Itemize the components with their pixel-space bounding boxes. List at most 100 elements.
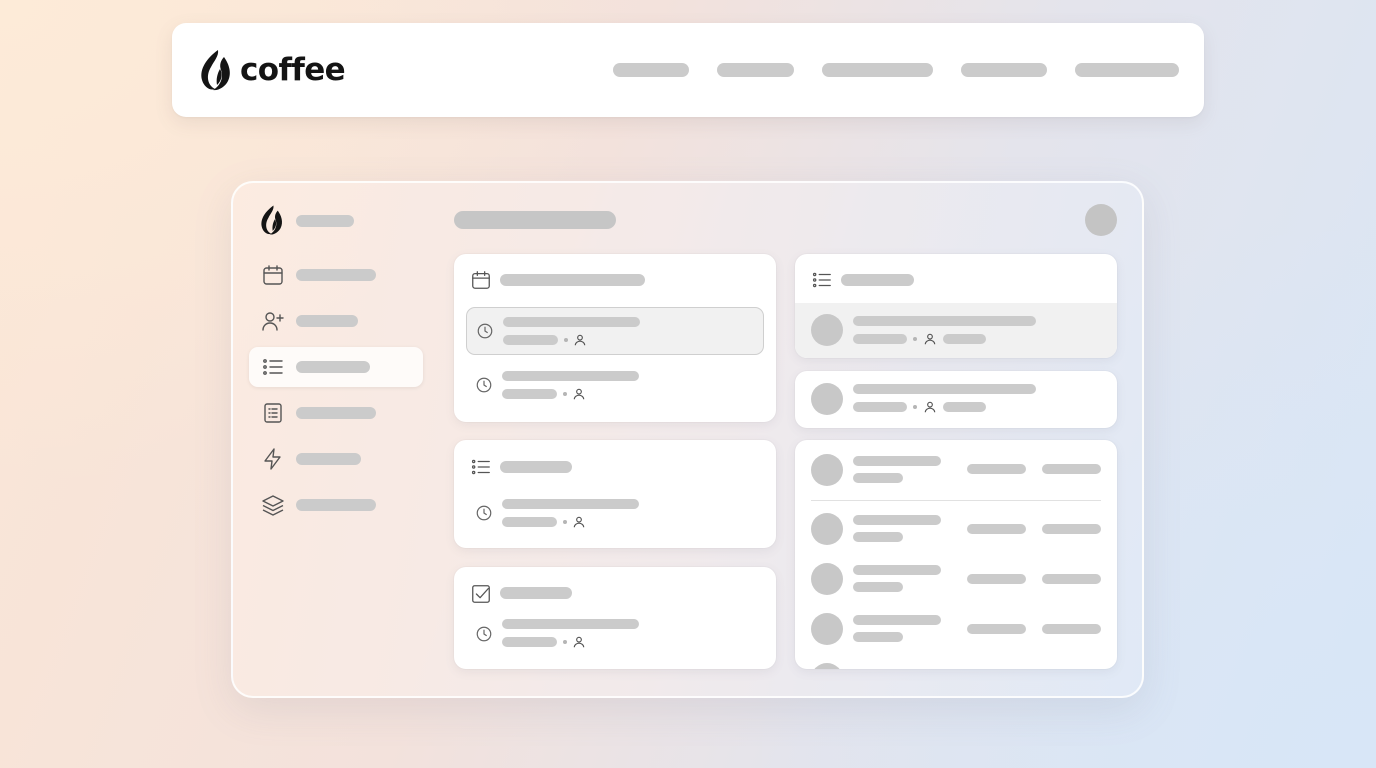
clock-icon bbox=[477, 323, 493, 339]
card-title-placeholder bbox=[841, 274, 914, 286]
card-title-placeholder bbox=[500, 587, 572, 599]
row-sub-placeholder bbox=[853, 582, 903, 592]
row-col-placeholder bbox=[1042, 464, 1101, 474]
sidebar-item-label-placeholder bbox=[296, 361, 370, 373]
row-col-placeholder bbox=[1042, 524, 1101, 534]
sidebar-item-label-placeholder bbox=[296, 453, 361, 465]
table-row[interactable] bbox=[795, 512, 1117, 562]
item-title-placeholder bbox=[853, 316, 1036, 326]
row-name-placeholder bbox=[853, 565, 941, 575]
sidebar-item-label-placeholder bbox=[296, 315, 358, 327]
task-row[interactable] bbox=[466, 490, 764, 538]
table-row[interactable] bbox=[795, 562, 1117, 612]
table-divider bbox=[811, 500, 1101, 501]
avatar bbox=[811, 563, 843, 595]
nav-links bbox=[613, 63, 1179, 77]
row-sub-placeholder bbox=[853, 532, 903, 542]
person-icon bbox=[573, 516, 585, 528]
page-title-placeholder bbox=[454, 211, 616, 229]
avatar bbox=[811, 383, 843, 415]
document-list-icon bbox=[264, 403, 282, 423]
row-col-placeholder bbox=[1042, 574, 1101, 584]
brand-logo[interactable]: coffee bbox=[198, 48, 346, 92]
row-name-placeholder bbox=[853, 456, 941, 466]
nav-link-placeholder[interactable] bbox=[961, 63, 1047, 77]
person-icon bbox=[574, 334, 586, 346]
sidebar-item-label-placeholder bbox=[296, 407, 376, 419]
user-avatar[interactable] bbox=[1085, 204, 1117, 236]
sidebar-item-label-placeholder bbox=[296, 269, 376, 281]
avatar bbox=[811, 454, 843, 486]
table-row[interactable] bbox=[795, 612, 1117, 662]
separator-dot bbox=[913, 337, 917, 341]
task-title-placeholder bbox=[502, 499, 639, 509]
list-icon bbox=[812, 272, 831, 288]
clock-icon bbox=[476, 377, 492, 393]
list-card bbox=[454, 440, 776, 548]
task-row[interactable] bbox=[466, 362, 764, 410]
row-col-placeholder bbox=[967, 574, 1026, 584]
list-icon bbox=[471, 459, 490, 475]
task-title-placeholder bbox=[502, 371, 639, 381]
person-icon bbox=[573, 388, 585, 400]
coffee-logo-icon bbox=[201, 50, 230, 91]
item-meta-placeholder bbox=[853, 402, 907, 412]
avatar bbox=[811, 613, 843, 645]
nav-link-placeholder[interactable] bbox=[822, 63, 933, 77]
nav-link-placeholder[interactable] bbox=[717, 63, 794, 77]
sidebar-item-calendar[interactable] bbox=[249, 255, 423, 295]
task-row[interactable] bbox=[466, 307, 764, 355]
task-meta-placeholder bbox=[502, 389, 557, 399]
sidebar-item-automation[interactable] bbox=[249, 439, 423, 479]
separator-dot bbox=[563, 392, 567, 396]
person-icon bbox=[924, 401, 936, 413]
list-item-highlighted[interactable] bbox=[795, 303, 1117, 358]
assignee-placeholder bbox=[943, 402, 986, 412]
task-meta-placeholder bbox=[502, 517, 557, 527]
task-meta-placeholder bbox=[502, 637, 557, 647]
calendar-card bbox=[454, 254, 776, 422]
sidebar-item-add-user[interactable] bbox=[249, 301, 423, 341]
row-sub-placeholder bbox=[853, 473, 903, 483]
separator-dot bbox=[913, 405, 917, 409]
task-row[interactable] bbox=[466, 611, 764, 659]
assignee-placeholder bbox=[943, 334, 986, 344]
assigned-list-card bbox=[795, 254, 1117, 358]
task-title-placeholder bbox=[502, 619, 639, 629]
lightning-icon bbox=[264, 448, 281, 470]
list-item-card[interactable] bbox=[795, 371, 1117, 428]
clock-icon bbox=[476, 505, 492, 521]
sidebar-item-layers[interactable] bbox=[249, 485, 423, 525]
avatar bbox=[811, 314, 843, 346]
workspace-name-placeholder bbox=[296, 215, 354, 227]
checkbox-icon bbox=[472, 585, 490, 603]
row-col-placeholder bbox=[967, 464, 1026, 474]
task-meta-placeholder bbox=[503, 335, 558, 345]
row-col-placeholder bbox=[1042, 624, 1101, 634]
card-title-placeholder bbox=[500, 461, 572, 473]
sidebar-item-document[interactable] bbox=[249, 393, 423, 433]
sidebar-item-list[interactable] bbox=[249, 347, 423, 387]
item-meta-placeholder bbox=[853, 334, 907, 344]
calendar-icon bbox=[472, 271, 490, 289]
card-title-placeholder bbox=[500, 274, 645, 286]
table-row[interactable] bbox=[795, 440, 1117, 500]
row-name-placeholder bbox=[853, 515, 941, 525]
list-icon bbox=[263, 359, 283, 375]
separator-dot bbox=[564, 338, 568, 342]
person-icon bbox=[573, 636, 585, 648]
row-sub-placeholder bbox=[853, 632, 903, 642]
item-title-placeholder bbox=[853, 384, 1036, 394]
calendar-icon bbox=[263, 265, 283, 285]
checklist-card bbox=[454, 567, 776, 669]
row-col-placeholder bbox=[967, 624, 1026, 634]
people-table-card bbox=[795, 440, 1117, 669]
sidebar-item-label-placeholder bbox=[296, 499, 376, 511]
clock-icon bbox=[476, 626, 492, 642]
sidebar-logo-icon[interactable] bbox=[259, 204, 285, 236]
nav-link-placeholder[interactable] bbox=[1075, 63, 1179, 77]
avatar bbox=[811, 513, 843, 545]
avatar bbox=[811, 663, 843, 669]
app-window bbox=[231, 181, 1144, 698]
nav-link-placeholder[interactable] bbox=[613, 63, 689, 77]
